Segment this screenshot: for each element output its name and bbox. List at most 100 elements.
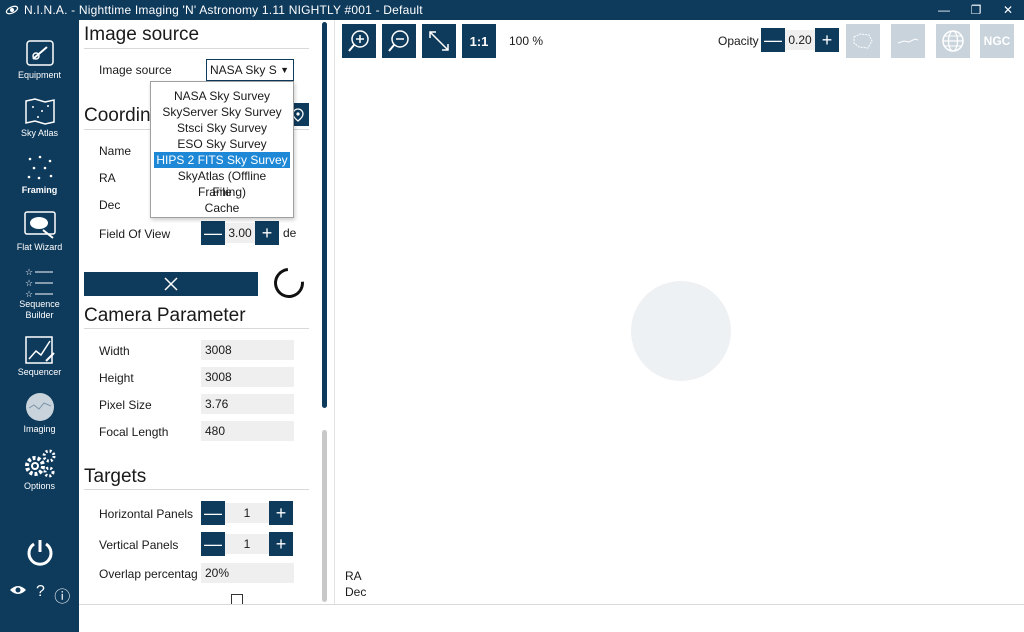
horizontal-panels-increase-button[interactable]: +: [269, 501, 293, 525]
info-icon: ⓘ: [54, 589, 71, 606]
svg-text:☆: ☆: [25, 279, 33, 289]
sidebar-item-label: Sky Atlas: [20, 128, 58, 138]
width-field[interactable]: 3008: [201, 340, 294, 360]
sidebar-item-sequence-builder[interactable]: ☆ ☆ ☆ Sequence Builder: [0, 267, 79, 325]
divider: [84, 328, 309, 329]
imaging-icon: [22, 392, 58, 422]
cursor-dec-label: Dec: [345, 585, 367, 599]
scrollbar-thumb[interactable]: [322, 22, 327, 408]
horizontal-panels-label: Horizontal Panels: [99, 507, 194, 521]
sidebar-item-sequencer[interactable]: Sequencer: [0, 335, 79, 391]
image-source-select[interactable]: NASA Sky S ▼: [206, 59, 294, 81]
checkbox[interactable]: [231, 594, 243, 604]
dropdown-option[interactable]: SkyServer Sky Survey: [154, 104, 290, 120]
constellation-boundary-icon: [853, 33, 873, 49]
gears-icon: [22, 449, 58, 479]
loading-placeholder-icon: [631, 281, 731, 381]
chevron-down-icon: ▼: [280, 65, 289, 75]
zoom-out-button[interactable]: [382, 24, 416, 58]
minimize-button[interactable]: —: [928, 0, 960, 20]
height-label: Height: [99, 371, 134, 385]
telescope-icon: [22, 38, 58, 68]
fov-label: Field Of View: [99, 227, 171, 241]
eye-icon: [9, 586, 26, 594]
height-field[interactable]: 3008: [201, 367, 294, 387]
one-to-one-button[interactable]: 1:1: [462, 24, 496, 58]
zoom-level: 100 %: [509, 34, 544, 48]
sidebar-item-label: Equipment: [17, 70, 62, 80]
dropdown-option[interactable]: ESO Sky Survey: [154, 136, 290, 152]
zoom-in-button[interactable]: [342, 24, 376, 58]
fov-decrease-button[interactable]: —: [201, 221, 225, 245]
power-icon: [27, 540, 53, 566]
horizontal-panels-decrease-button[interactable]: —: [201, 501, 225, 525]
width-label: Width: [99, 344, 130, 358]
maximize-button[interactable]: ❐: [960, 0, 992, 20]
fov-stepper: — 3.00 + de: [201, 221, 296, 245]
sidebar-item-label: Options: [23, 481, 56, 491]
cursor-ra-label: RA: [345, 569, 362, 583]
divider: [84, 48, 309, 49]
dropdown-option[interactable]: Stsci Sky Survey: [154, 120, 290, 136]
sidebar-item-imaging[interactable]: Imaging: [0, 392, 79, 448]
image-source-value: NASA Sky S: [210, 63, 277, 77]
overlap-field[interactable]: 20%: [201, 563, 294, 583]
sequencer-icon: [22, 335, 58, 365]
flat-wizard-icon: [22, 210, 58, 240]
svg-text:☆: ☆: [25, 290, 33, 298]
svg-text:☆: ☆: [25, 268, 33, 278]
globe-icon: [942, 30, 964, 52]
sidebar-item-options[interactable]: Options: [0, 449, 79, 505]
sidebar-item-flat-wizard[interactable]: Flat Wizard: [0, 210, 79, 266]
help-button[interactable]: ?: [36, 583, 45, 607]
fov-unit: de: [283, 226, 297, 240]
window-title: N.I.N.A. - Nighttime Imaging 'N' Astrono…: [24, 3, 423, 17]
opacity-value[interactable]: 0.20: [785, 30, 815, 50]
opacity-decrease-button[interactable]: —: [761, 28, 785, 52]
constellation-lines-icon: [897, 38, 919, 44]
camera-parameter-heading: Camera Parameter: [84, 305, 246, 326]
constellation-boundaries-button[interactable]: [846, 24, 880, 58]
grid-button[interactable]: [936, 24, 970, 58]
constellation-lines-button[interactable]: [891, 24, 925, 58]
dropdown-option[interactable]: File: [154, 184, 290, 200]
power-button[interactable]: [24, 536, 56, 568]
opacity-stepper: — 0.20 +: [761, 28, 839, 52]
stars-icon: [22, 153, 58, 183]
panel-scrollbar[interactable]: [321, 20, 328, 604]
opacity-label: Opacity: [718, 34, 759, 48]
close-button[interactable]: ✕: [992, 0, 1024, 20]
ngc-toggle-button[interactable]: NGC: [980, 24, 1014, 58]
image-source-heading: Image source: [84, 24, 200, 45]
focal-length-field[interactable]: 480: [201, 421, 294, 441]
vertical-panels-increase-button[interactable]: +: [269, 532, 293, 556]
sidebar-item-equipment[interactable]: Equipment: [0, 38, 79, 94]
cancel-load-button[interactable]: [84, 272, 258, 296]
fov-value[interactable]: 3.00: [225, 223, 255, 243]
zoom-out-icon: [388, 30, 409, 52]
pixel-size-field[interactable]: 3.76: [201, 394, 294, 414]
opacity-increase-button[interactable]: +: [815, 28, 839, 52]
fov-increase-button[interactable]: +: [255, 221, 279, 245]
divider: [84, 489, 309, 490]
list-stars-icon: ☆ ☆ ☆: [22, 267, 58, 298]
sidebar-item-label: Imaging: [23, 424, 56, 434]
info-button[interactable]: ⓘ: [54, 583, 70, 607]
image-source-dropdown: NASA Sky Survey SkyServer Sky Survey Sts…: [150, 81, 294, 218]
dropdown-option[interactable]: NASA Sky Survey: [154, 88, 290, 104]
zoom-in-icon: [348, 30, 369, 52]
fit-to-window-button[interactable]: [422, 24, 456, 58]
vertical-panels-decrease-button[interactable]: —: [201, 532, 225, 556]
title-bar: N.I.N.A. - Nighttime Imaging 'N' Astrono…: [0, 0, 1024, 20]
eye-button[interactable]: [9, 583, 27, 607]
name-label: Name: [99, 144, 132, 158]
ra-label: RA: [99, 171, 116, 185]
dropdown-option[interactable]: Cache: [154, 200, 290, 216]
vertical-panels-value[interactable]: 1: [225, 534, 269, 554]
dropdown-option-highlighted[interactable]: HIPS 2 FITS Sky Survey: [154, 152, 290, 168]
pixel-size-label: Pixel Size: [99, 398, 152, 412]
sidebar-item-sky-atlas[interactable]: Sky Atlas: [0, 96, 79, 152]
dropdown-option[interactable]: SkyAtlas (Offline Framing): [154, 168, 290, 199]
horizontal-panels-value[interactable]: 1: [225, 503, 269, 523]
sidebar-item-framing[interactable]: Framing: [0, 153, 79, 209]
